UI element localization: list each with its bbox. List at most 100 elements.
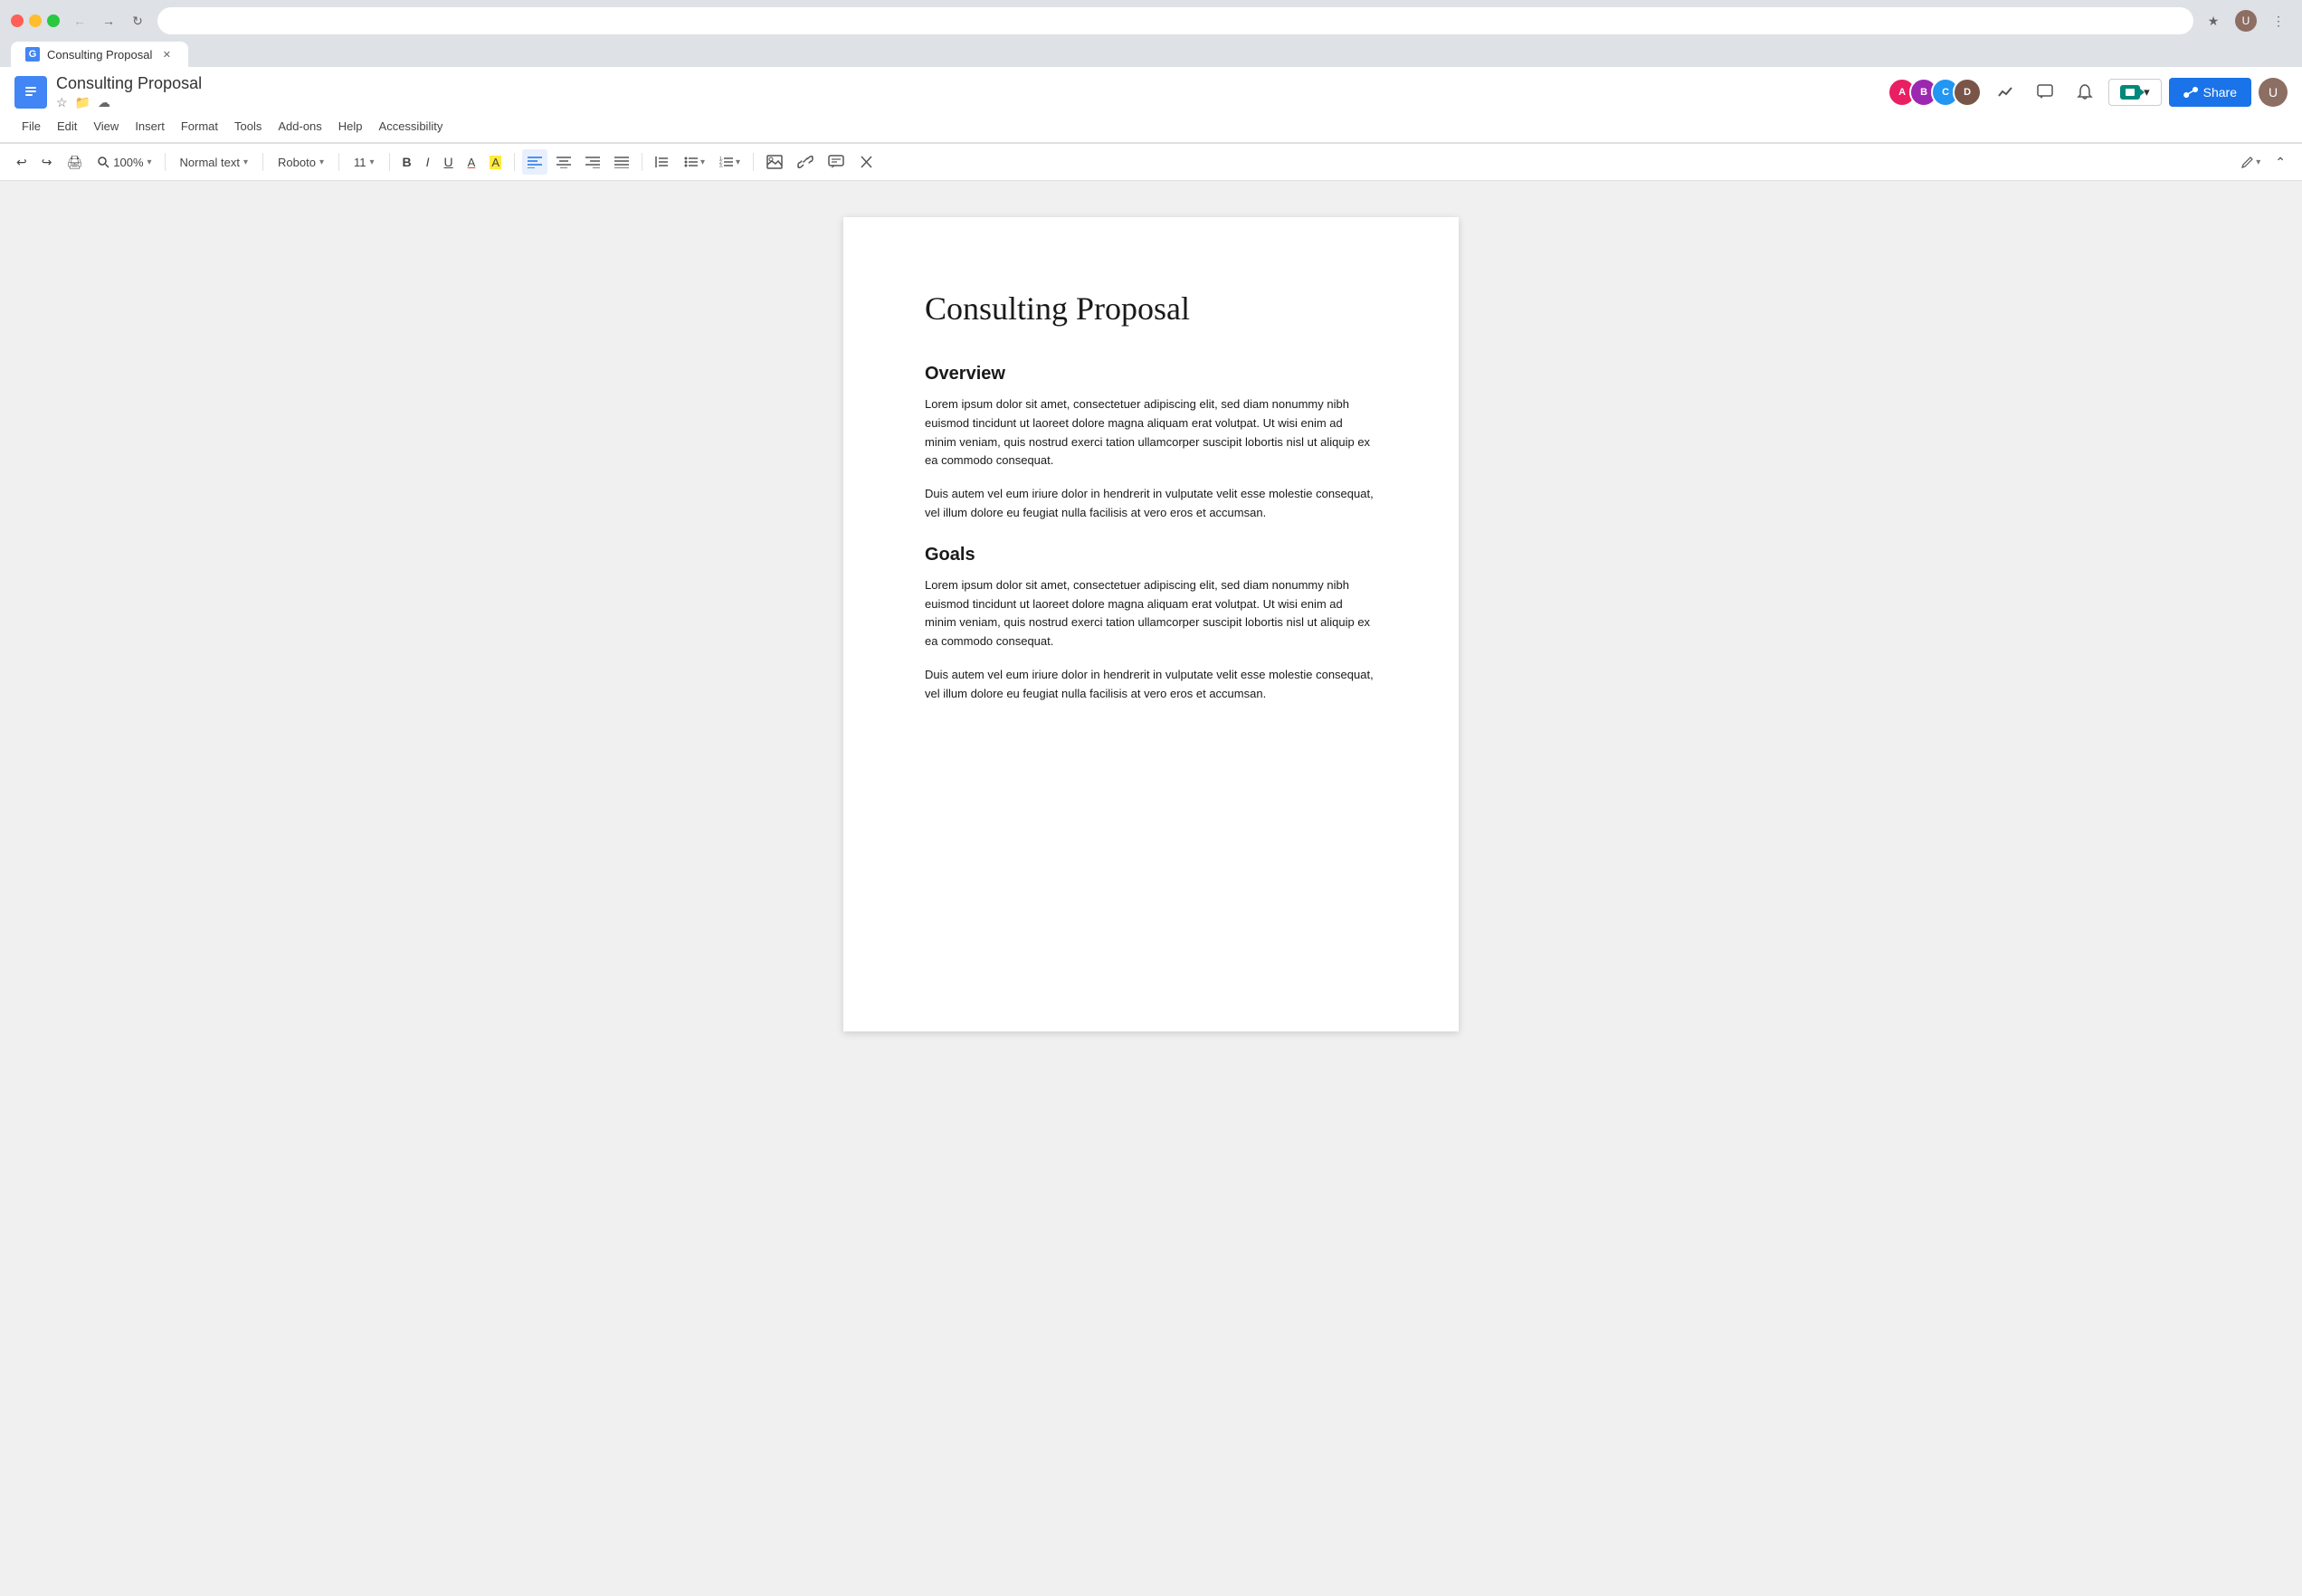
expand-button[interactable]: ⌃ [2269, 149, 2291, 175]
insert-link-button[interactable] [792, 149, 819, 175]
menu-help[interactable]: Help [331, 116, 370, 137]
docs-title-row: Consulting Proposal ☆ 📁 ☁ A B C D [14, 74, 2288, 110]
bookmark-button[interactable]: ★ [2201, 8, 2226, 33]
line-spacing-button[interactable] [650, 149, 675, 175]
menu-button[interactable]: ⋮ [2266, 8, 2291, 33]
overview-paragraph-1[interactable]: Lorem ipsum dolor sit amet, consectetuer… [925, 395, 1377, 470]
align-right-button[interactable] [580, 149, 605, 175]
share-label: Share [2203, 85, 2237, 100]
font-value: Roboto [278, 156, 316, 169]
document-title[interactable]: Consulting Proposal [56, 74, 202, 93]
share-button[interactable]: Share [2169, 78, 2251, 107]
italic-button[interactable]: I [421, 149, 435, 175]
font-size-selector[interactable]: 11 ▾ [347, 149, 382, 175]
profile-button[interactable]: U [2233, 8, 2259, 33]
toolbar-separator-2 [262, 153, 263, 171]
browser-nav-buttons: ← → ↻ [67, 8, 150, 33]
toolbar-separator-5 [514, 153, 515, 171]
undo-button[interactable]: ↩ [11, 149, 33, 175]
numbered-list-button[interactable]: 1.2.3. ▾ [714, 149, 746, 175]
meet-icon [2120, 85, 2140, 100]
goals-paragraph-1[interactable]: Lorem ipsum dolor sit amet, consectetuer… [925, 576, 1377, 651]
notifications-button[interactable] [2069, 76, 2101, 109]
back-button[interactable]: ← [67, 8, 92, 33]
meet-camera-icon [2126, 89, 2135, 96]
collaborator-avatar-4[interactable]: D [1953, 78, 1982, 107]
browser-actions: ★ U ⋮ [2201, 8, 2291, 33]
goals-paragraph-2[interactable]: Duis autem vel eum iriure dolor in hendr… [925, 666, 1377, 704]
print-button[interactable]: 🖨 [61, 149, 88, 175]
docs-title-right: A B C D [1888, 76, 2288, 109]
highlight-button[interactable]: A [484, 149, 507, 175]
toolbar-separator-7 [753, 153, 754, 171]
tab-close-button[interactable]: ✕ [159, 47, 174, 62]
zoom-value: 100% [113, 156, 143, 169]
editing-mode-button[interactable]: ▾ [2236, 149, 2266, 175]
menu-insert[interactable]: Insert [128, 116, 172, 137]
overview-paragraph-2[interactable]: Duis autem vel eum iriure dolor in hendr… [925, 485, 1377, 523]
docs-title-left: Consulting Proposal ☆ 📁 ☁ [14, 74, 202, 110]
insert-comment-button[interactable] [823, 149, 850, 175]
document-page[interactable]: Consulting Proposal Overview Lorem ipsum… [843, 217, 1459, 1031]
editing-mode-chevron-icon: ▾ [2256, 157, 2260, 167]
text-color-button[interactable]: A [462, 149, 481, 175]
forward-button[interactable]: → [96, 8, 121, 33]
bullet-list-chevron-icon: ▾ [700, 157, 705, 167]
document-area[interactable]: Consulting Proposal Overview Lorem ipsum… [0, 181, 2302, 1596]
paragraph-style-selector[interactable]: Normal text ▾ [173, 149, 256, 175]
formatting-toolbar: ↩ ↪ 🖨 100% ▾ Normal text ▾ Roboto ▾ 11 ▾… [0, 143, 2302, 181]
insert-image-button[interactable] [761, 149, 788, 175]
analytics-button[interactable] [1989, 76, 2021, 109]
docs-logo [14, 76, 47, 109]
docs-title-info: Consulting Proposal ☆ 📁 ☁ [56, 74, 202, 110]
toolbar-separator-1 [165, 153, 166, 171]
section-overview: Overview Lorem ipsum dolor sit amet, con… [925, 364, 1377, 523]
align-center-button[interactable] [551, 149, 576, 175]
document-title-heading[interactable]: Consulting Proposal [925, 290, 1377, 328]
menu-accessibility[interactable]: Accessibility [372, 116, 451, 137]
reload-button[interactable]: ↻ [125, 8, 150, 33]
user-profile-button[interactable]: U [2259, 78, 2288, 107]
section-heading-overview[interactable]: Overview [925, 364, 1377, 385]
menu-view[interactable]: View [86, 116, 126, 137]
section-goals: Goals Lorem ipsum dolor sit amet, consec… [925, 545, 1377, 704]
address-bar[interactable] [157, 7, 2193, 34]
menu-file[interactable]: File [14, 116, 48, 137]
tab-bar: G Consulting Proposal ✕ [11, 42, 2291, 67]
numbered-list-chevron-icon: ▾ [736, 157, 740, 167]
google-docs-app: Consulting Proposal ☆ 📁 ☁ A B C D [0, 67, 2302, 1596]
close-window-button[interactable] [11, 14, 24, 27]
minimize-window-button[interactable] [29, 14, 42, 27]
tab-favicon: G [25, 47, 40, 62]
section-heading-goals[interactable]: Goals [925, 545, 1377, 565]
toolbar-right: ▾ ⌃ [2236, 149, 2291, 175]
menu-format[interactable]: Format [174, 116, 225, 137]
bold-button[interactable]: B [397, 149, 417, 175]
browser-top-bar: ← → ↻ ★ U ⋮ [11, 7, 2291, 34]
align-justify-button[interactable] [609, 149, 634, 175]
docs-title-icons: ☆ 📁 ☁ [56, 95, 202, 110]
align-left-button[interactable] [522, 149, 547, 175]
zoom-control[interactable]: 100% ▾ [91, 149, 157, 175]
clear-formatting-button[interactable] [853, 149, 879, 175]
star-icon[interactable]: ☆ [56, 95, 68, 110]
maximize-window-button[interactable] [47, 14, 60, 27]
font-size-chevron-icon: ▾ [369, 157, 374, 167]
menu-edit[interactable]: Edit [50, 116, 84, 137]
bullet-list-button[interactable]: ▾ [679, 149, 710, 175]
docs-topbar: Consulting Proposal ☆ 📁 ☁ A B C D [0, 67, 2302, 143]
zoom-chevron-icon: ▾ [147, 157, 152, 167]
meet-button[interactable]: ▾ [2108, 79, 2162, 106]
comments-button[interactable] [2029, 76, 2061, 109]
underline-button[interactable]: U [439, 149, 459, 175]
cloud-icon[interactable]: ☁ [98, 95, 110, 110]
font-selector[interactable]: Roboto ▾ [271, 149, 331, 175]
active-tab[interactable]: G Consulting Proposal ✕ [11, 42, 188, 67]
toolbar-separator-4 [389, 153, 390, 171]
menu-tools[interactable]: Tools [227, 116, 269, 137]
menu-addons[interactable]: Add-ons [271, 116, 328, 137]
redo-button[interactable]: ↪ [36, 149, 58, 175]
folder-icon[interactable]: 📁 [75, 95, 90, 110]
font-chevron-icon: ▾ [319, 157, 324, 167]
toolbar-separator-3 [338, 153, 339, 171]
